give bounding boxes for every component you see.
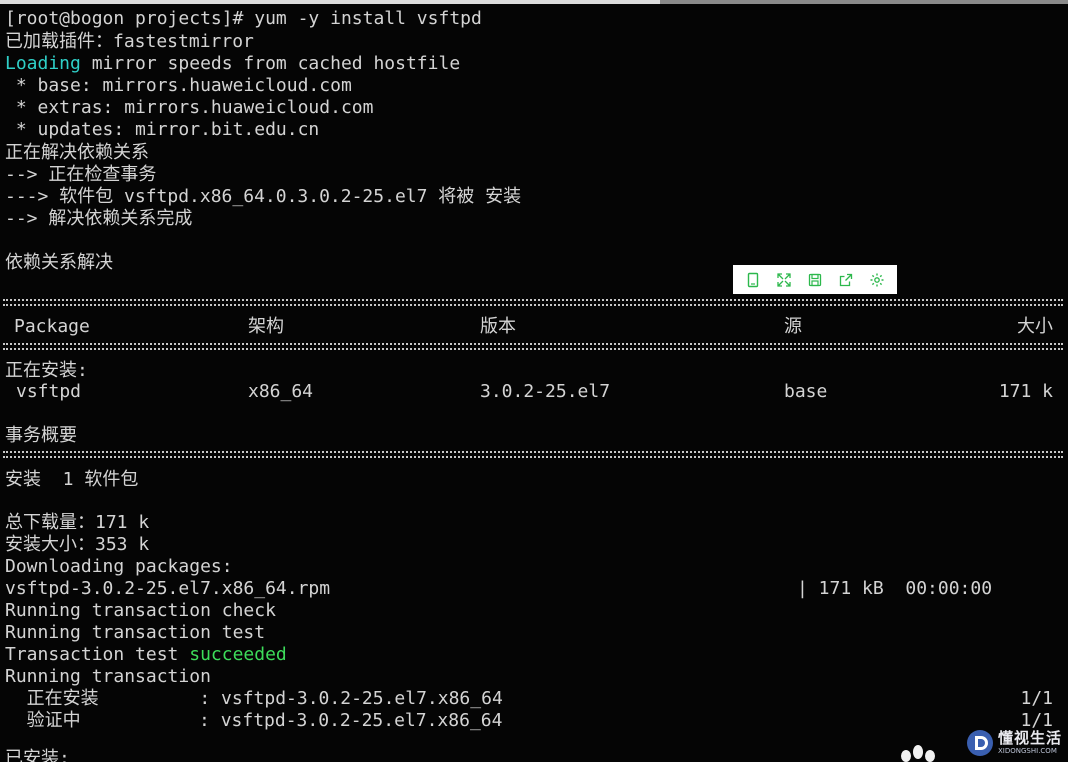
table-cell-repo: base <box>784 381 828 402</box>
table-cell-arch: x86_64 <box>248 381 314 402</box>
settings-icon[interactable] <box>865 268 889 292</box>
save-icon[interactable] <box>803 268 827 292</box>
step-install-package: : vsftpd-3.0.2-25.el7.x86_64 <box>156 688 503 709</box>
summary-install-line: 安装 1 软件包 <box>5 469 139 490</box>
table-header-repo: 源 <box>784 316 802 337</box>
separator-line <box>3 343 1063 350</box>
table-cell-package: vsftpd <box>16 381 82 402</box>
step-install-count: 1/1 <box>1020 688 1053 709</box>
summary-title: 事务概要 <box>5 425 77 446</box>
terminal[interactable]: [root@bogon projects]# yum -y install vs… <box>0 0 1068 762</box>
mirror-updates-line: * updates: mirror.bit.edu.cn <box>5 119 320 140</box>
loading-line: Loading mirror speeds from cached hostfi… <box>5 53 460 75</box>
transaction-check-line: Running transaction check <box>5 600 276 621</box>
separator-line <box>3 451 1063 458</box>
watermark-text: 懂视生活 XIDONGSHI.COM <box>998 730 1062 756</box>
step-verify-label: 验证中 <box>5 710 81 731</box>
install-size-line: 安装大小：353 k <box>5 534 150 555</box>
step-verify-package: : vsftpd-3.0.2-25.el7.x86_64 <box>134 710 503 731</box>
checking-line: --> 正在检查事务 <box>5 164 157 185</box>
image-toolbar <box>733 265 897 294</box>
package-line: ---> 软件包 vsftpd.x86_64.0.3.0.2-25.el7 将被… <box>5 186 522 207</box>
resolving-line: 正在解决依赖关系 <box>5 142 149 163</box>
transaction-test-line: Running transaction test <box>5 622 266 643</box>
mirror-base-line: * base: mirrors.huaweicloud.com <box>5 75 352 96</box>
rpm-file-line: vsftpd-3.0.2-25.el7.x86_64.rpm <box>5 578 331 599</box>
transaction-test-text: Transaction test <box>5 644 190 665</box>
table-header-version: 版本 <box>480 316 516 337</box>
paw-watermark-icon <box>901 745 935 762</box>
command-line: [root@bogon projects]# yum -y install vs… <box>5 8 482 29</box>
loading-word: Loading <box>5 53 81 74</box>
table-header-size: 大小 <box>1017 316 1053 337</box>
mirror-extras-line: * extras: mirrors.huaweicloud.com <box>5 97 374 118</box>
downloading-line: Downloading packages: <box>5 556 233 577</box>
table-cell-version: 3.0.2-25.el7 <box>480 381 611 402</box>
installed-line-partial: 已安装: <box>5 748 70 762</box>
installing-header: 正在安装: <box>5 360 88 381</box>
share-icon[interactable] <box>834 268 858 292</box>
separator-line <box>3 299 1063 306</box>
succeeded-text: succeeded <box>189 644 287 665</box>
transaction-test-result-line: Transaction test succeeded <box>5 644 287 666</box>
running-transaction-line: Running transaction <box>5 666 211 687</box>
table-cell-size: 171 k <box>998 381 1053 402</box>
screenshot: [root@bogon projects]# yum -y install vs… <box>0 0 1068 762</box>
total-download-line: 总下载量：171 k <box>5 512 150 533</box>
expand-icon[interactable] <box>772 268 796 292</box>
watermark-en: XIDONGSHI.COM <box>998 747 1057 755</box>
phone-icon[interactable] <box>741 268 765 292</box>
table-header-arch: 架构 <box>248 316 284 337</box>
table-header-package: Package <box>14 316 90 337</box>
plugin-line: 已加载插件：fastestmirror <box>5 31 254 52</box>
watermark-cn: 懂视生活 <box>998 729 1063 747</box>
resolved-line: 依赖关系解决 <box>5 252 113 273</box>
loading-rest: mirror speeds from cached hostfile <box>80 53 461 74</box>
resolved-complete-line: --> 解决依赖关系完成 <box>5 208 193 229</box>
rpm-progress: | 171 kB 00:00:00 <box>797 578 993 599</box>
watermark-logo-icon <box>967 730 993 756</box>
site-watermark: 懂视生活 XIDONGSHI.COM <box>966 726 1066 760</box>
step-install-label: 正在安装 <box>5 688 99 709</box>
